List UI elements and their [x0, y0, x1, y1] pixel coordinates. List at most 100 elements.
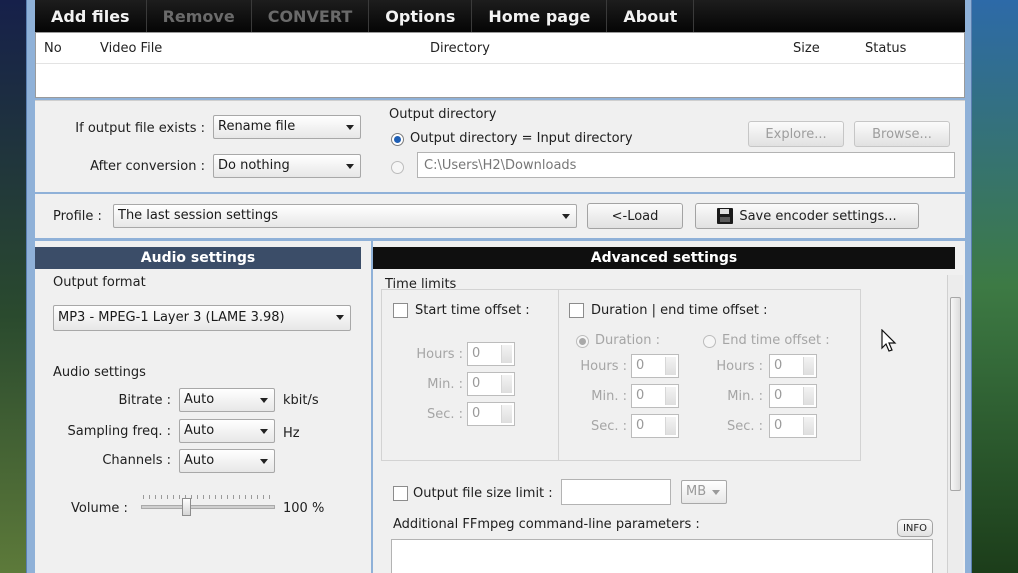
time-limits-divider: [558, 289, 559, 461]
audio-settings-section-label: Audio settings: [53, 365, 146, 380]
chevron-down-icon: [346, 125, 354, 130]
desktop-background-right: [970, 0, 1018, 573]
ffmpeg-params-label: Additional FFmpeg command-line parameter…: [393, 517, 700, 532]
menu-remove[interactable]: Remove: [147, 0, 252, 32]
chevron-down-icon: [260, 459, 268, 464]
advanced-settings-header: Advanced settings: [373, 247, 955, 269]
audio-settings-panel: Audio settings Output format MP3 - MPEG-…: [35, 241, 371, 573]
duration-label[interactable]: Duration :: [595, 333, 660, 348]
chevron-down-icon: [260, 398, 268, 403]
chevron-down-icon: [260, 429, 268, 434]
end-sec-label: Sec. :: [726, 419, 763, 434]
radio-custom-directory[interactable]: [391, 161, 404, 174]
sampling-select[interactable]: Auto: [179, 419, 275, 443]
volume-slider-thumb[interactable]: [182, 498, 192, 516]
browse-button[interactable]: Browse...: [854, 121, 950, 147]
duration-sec-label: Sec. :: [590, 419, 627, 434]
bitrate-unit: kbit/s: [283, 393, 319, 408]
end-min-label: Min. :: [727, 389, 763, 404]
advanced-settings-panel: Advanced settings Time limits Start time…: [373, 241, 965, 573]
app-window: Add files Remove CONVERT Options Home pa…: [26, 0, 972, 573]
menu-about[interactable]: About: [607, 0, 695, 32]
column-status[interactable]: Status: [865, 41, 906, 56]
radio-same-directory[interactable]: [391, 133, 404, 146]
after-conversion-select[interactable]: Do nothing: [213, 154, 361, 178]
menu-add-files[interactable]: Add files: [35, 0, 147, 32]
column-directory[interactable]: Directory: [430, 41, 490, 56]
info-button[interactable]: INFO: [897, 519, 933, 537]
duration-end-label[interactable]: Duration | end time offset :: [591, 303, 768, 318]
file-list[interactable]: No Video File Directory Size Status: [35, 32, 965, 98]
end-hours-spin[interactable]: 0: [769, 354, 817, 378]
end-hours-label: Hours :: [716, 359, 763, 374]
save-encoder-settings-button[interactable]: Save encoder settings...: [695, 203, 919, 229]
start-sec-spin[interactable]: 0: [467, 402, 515, 426]
start-min-spin[interactable]: 0: [467, 372, 515, 396]
duration-hours-spin[interactable]: 0: [631, 354, 679, 378]
duration-sec-spin[interactable]: 0: [631, 414, 679, 438]
audio-settings-header: Audio settings: [35, 247, 361, 269]
size-limit-label[interactable]: Output file size limit :: [413, 486, 553, 501]
after-conversion-value: Do nothing: [218, 158, 290, 173]
sampling-unit: Hz: [283, 426, 300, 441]
floppy-disk-icon: [717, 208, 734, 224]
column-size[interactable]: Size: [793, 41, 820, 56]
file-list-header: No Video File Directory Size Status: [36, 33, 964, 63]
output-format-value: MP3 - MPEG-1 Layer 3 (LAME 3.98): [58, 310, 285, 325]
save-encoder-settings-label: Save encoder settings...: [739, 208, 897, 224]
sampling-value: Auto: [184, 423, 215, 438]
if-exists-select[interactable]: Rename file: [213, 115, 361, 139]
start-hours-label: Hours :: [416, 347, 463, 362]
radio-end-offset[interactable]: [703, 335, 716, 348]
desktop-background-left: [0, 0, 26, 573]
chevron-down-icon: [336, 315, 344, 320]
output-format-label: Output format: [53, 275, 146, 290]
end-sec-spin[interactable]: 0: [769, 414, 817, 438]
profile-select[interactable]: The last session settings: [113, 204, 577, 228]
menu-options[interactable]: Options: [369, 0, 473, 32]
if-exists-label: If output file exists :: [75, 121, 205, 136]
size-unit-select[interactable]: MB: [681, 480, 727, 504]
sampling-label: Sampling freq. :: [67, 424, 171, 439]
bitrate-label: Bitrate :: [118, 393, 171, 408]
start-hours-spin[interactable]: 0: [467, 342, 515, 366]
output-options-panel: If output file exists : Rename file Afte…: [35, 100, 965, 192]
profile-panel: Profile : The last session settings <-Lo…: [35, 194, 965, 238]
column-no[interactable]: No: [44, 41, 62, 56]
advanced-scrollbar[interactable]: [947, 275, 963, 573]
duration-end-checkbox[interactable]: [569, 303, 584, 318]
profile-label: Profile :: [53, 209, 102, 224]
mouse-cursor-icon: [881, 329, 897, 352]
advanced-scrollbar-thumb[interactable]: [950, 297, 961, 491]
size-limit-checkbox[interactable]: [393, 486, 408, 501]
duration-hours-label: Hours :: [580, 359, 627, 374]
start-offset-label[interactable]: Start time offset :: [415, 303, 530, 318]
volume-value: 100 %: [283, 501, 325, 516]
load-profile-button[interactable]: <-Load: [587, 203, 683, 229]
menu-bar: Add files Remove CONVERT Options Home pa…: [35, 0, 965, 32]
end-min-spin[interactable]: 0: [769, 384, 817, 408]
start-offset-checkbox[interactable]: [393, 303, 408, 318]
same-directory-label[interactable]: Output directory = Input directory: [410, 131, 633, 146]
volume-ticks: [143, 495, 273, 499]
after-conversion-label: After conversion :: [90, 159, 205, 174]
end-offset-label[interactable]: End time offset :: [722, 333, 830, 348]
output-format-select[interactable]: MP3 - MPEG-1 Layer 3 (LAME 3.98): [53, 305, 351, 331]
chevron-down-icon: [346, 164, 354, 169]
channels-select[interactable]: Auto: [179, 449, 275, 473]
channels-label: Channels :: [102, 453, 171, 468]
explore-button[interactable]: Explore...: [748, 121, 844, 147]
bitrate-select[interactable]: Auto: [179, 388, 275, 412]
menu-home-page[interactable]: Home page: [472, 0, 608, 32]
size-unit-value: MB: [686, 484, 707, 499]
duration-min-spin[interactable]: 0: [631, 384, 679, 408]
profile-value: The last session settings: [118, 208, 278, 223]
column-video-file[interactable]: Video File: [100, 41, 162, 56]
radio-duration[interactable]: [576, 335, 589, 348]
output-path-field[interactable]: C:\Users\H2\Downloads: [417, 152, 955, 178]
ffmpeg-params-field[interactable]: [391, 539, 933, 573]
size-limit-field[interactable]: [561, 479, 671, 505]
volume-slider-track[interactable]: [141, 505, 275, 509]
menu-convert[interactable]: CONVERT: [252, 0, 370, 32]
chevron-down-icon: [712, 490, 720, 495]
